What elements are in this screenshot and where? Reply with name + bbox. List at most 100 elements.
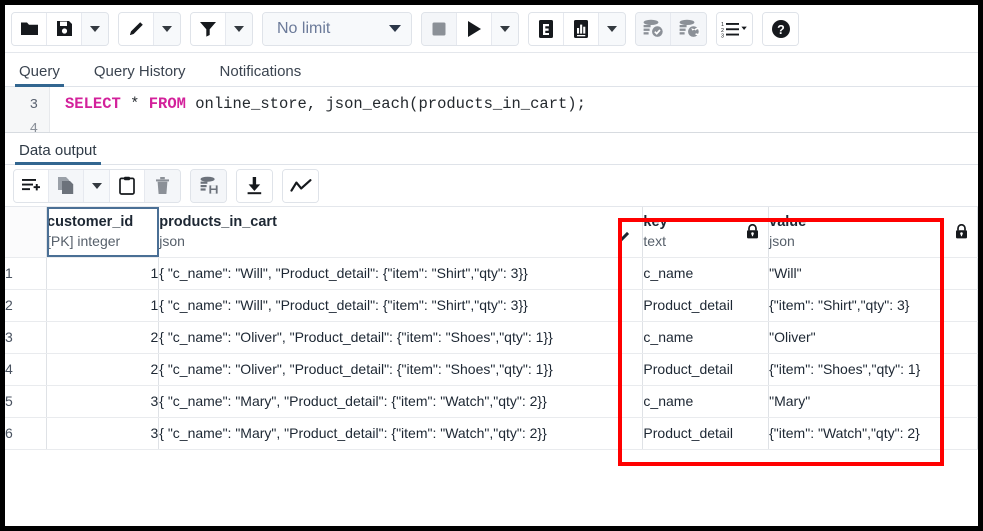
- cell-products-in-cart[interactable]: { "c_name": "Will", "Product_detail": {"…: [158, 289, 644, 322]
- explain-dropdown-button[interactable]: [599, 12, 625, 45]
- cell-key[interactable]: Product_detail: [642, 353, 770, 386]
- tab-notifications-label: Notifications: [219, 63, 302, 80]
- header-row: customer_id [PK] integer products_in_car…: [5, 207, 978, 258]
- cell-customer-id[interactable]: 2: [46, 321, 160, 354]
- column-header-customer-id[interactable]: customer_id [PK] integer: [46, 207, 160, 258]
- cell-customer-id[interactable]: 3: [46, 417, 160, 450]
- cell-value[interactable]: {"item": "Watch","qty": 2}: [768, 417, 978, 450]
- cell-value[interactable]: {"item": "Shoes","qty": 1}: [768, 353, 978, 386]
- svg-text:3: 3: [721, 33, 724, 38]
- paste-button[interactable]: [110, 169, 145, 202]
- column-type: [PK] integer: [47, 233, 121, 250]
- cell-key[interactable]: c_name: [642, 385, 770, 418]
- add-row-icon: [21, 177, 41, 194]
- save-file-button[interactable]: [47, 12, 82, 45]
- copy-icon: [57, 176, 75, 195]
- commit-button[interactable]: [636, 12, 671, 45]
- cell-value[interactable]: "Oliver": [768, 321, 978, 354]
- cell-customer-id[interactable]: 3: [46, 385, 160, 418]
- cell-key[interactable]: Product_detail: [642, 417, 770, 450]
- cell-key[interactable]: Product_detail: [642, 289, 770, 322]
- explain-button[interactable]: [529, 12, 564, 45]
- save-data-changes-button[interactable]: [191, 169, 226, 202]
- help-button[interactable]: ?: [763, 12, 798, 45]
- cell-customer-id[interactable]: 1: [46, 289, 160, 322]
- download-button[interactable]: [237, 169, 272, 202]
- copy-dropdown-button[interactable]: [84, 169, 110, 202]
- cell-key[interactable]: c_name: [642, 321, 770, 354]
- cell-customer-id[interactable]: 2: [46, 353, 160, 386]
- row-limit-select[interactable]: No limit: [263, 12, 411, 45]
- data-output-tabbar: Data output: [5, 133, 978, 165]
- explain-button-group: [528, 11, 626, 46]
- edit-button[interactable]: [119, 12, 154, 45]
- column-name: products_in_cart: [159, 213, 277, 230]
- graph-visualiser-button[interactable]: [283, 169, 318, 202]
- cell-products-in-cart[interactable]: { "c_name": "Oliver", "Product_detail": …: [158, 321, 644, 354]
- data-output-grid[interactable]: customer_id [PK] integer products_in_car…: [5, 207, 978, 512]
- cell-customer-id[interactable]: 1: [46, 257, 160, 290]
- row-limit-value: No limit: [277, 19, 331, 37]
- chevron-down-icon: [91, 182, 102, 189]
- table-row[interactable]: 5 3 { "c_name": "Mary", "Product_detail"…: [5, 385, 978, 418]
- download-icon: [246, 176, 263, 195]
- edit-dropdown-button[interactable]: [154, 12, 180, 45]
- chevron-down-icon: [162, 25, 172, 32]
- cell-products-in-cart[interactable]: { "c_name": "Mary", "Product_detail": {"…: [158, 385, 644, 418]
- folder-icon: [20, 20, 39, 37]
- filter-dropdown-button[interactable]: [226, 12, 252, 45]
- tab-notifications[interactable]: Notifications: [216, 64, 316, 86]
- sql-code-line[interactable]: SELECT * FROM online_store, json_each(pr…: [65, 95, 586, 113]
- table-row[interactable]: 4 2 { "c_name": "Oliver", "Product_detai…: [5, 353, 978, 386]
- numbered-list-icon: 1 2 3: [721, 20, 749, 38]
- trash-icon: [155, 176, 170, 195]
- cell-products-in-cart[interactable]: { "c_name": "Oliver", "Product_detail": …: [158, 353, 644, 386]
- column-header-key[interactable]: key text: [642, 207, 770, 258]
- execute-button-group: [421, 11, 519, 46]
- column-header-products-in-cart[interactable]: products_in_cart json: [158, 207, 644, 258]
- save-icon: [56, 20, 73, 37]
- filter-button[interactable]: [191, 12, 226, 45]
- data-output-toolbar: [5, 165, 978, 207]
- svg-text:?: ?: [777, 22, 785, 36]
- stop-query-button[interactable]: [422, 12, 457, 45]
- table-row[interactable]: 1 1 { "c_name": "Will", "Product_detail"…: [5, 257, 978, 290]
- clipboard-icon: [119, 176, 135, 195]
- add-row-button[interactable]: [14, 169, 49, 202]
- column-name: value: [769, 213, 807, 230]
- row-edit-group: [13, 168, 181, 203]
- explain-e-icon: [537, 19, 555, 39]
- cell-products-in-cart[interactable]: { "c_name": "Will", "Product_detail": {"…: [158, 257, 644, 290]
- lock-icon: [746, 224, 759, 239]
- save-dropdown-button[interactable]: [82, 12, 108, 45]
- pencil-icon[interactable]: [616, 229, 632, 245]
- graph-visualiser-group: [282, 168, 319, 203]
- play-icon: [466, 20, 482, 38]
- execute-query-button[interactable]: [457, 12, 492, 45]
- cell-key[interactable]: c_name: [642, 257, 770, 290]
- explain-analyze-button[interactable]: [564, 12, 599, 45]
- chevron-down-icon: [607, 25, 617, 32]
- delete-row-button[interactable]: [145, 169, 180, 202]
- tab-query-history[interactable]: Query History: [90, 64, 200, 86]
- pgadmin-query-tool-window: No limit 1 2 3 ? Query Query History Not…: [0, 0, 983, 531]
- line-number: 4: [29, 121, 38, 133]
- table-row[interactable]: 3 2 { "c_name": "Oliver", "Product_detai…: [5, 321, 978, 354]
- row-number: 3: [5, 321, 48, 354]
- table-row[interactable]: 2 1 { "c_name": "Will", "Product_detail"…: [5, 289, 978, 322]
- cell-value[interactable]: "Will": [768, 257, 978, 290]
- execute-dropdown-button[interactable]: [492, 12, 518, 45]
- column-header-value[interactable]: value json: [768, 207, 978, 258]
- rollback-button[interactable]: [671, 12, 706, 45]
- help-button-group: ?: [762, 11, 799, 46]
- table-row[interactable]: 6 3 { "c_name": "Mary", "Product_detail"…: [5, 417, 978, 450]
- cell-products-in-cart[interactable]: { "c_name": "Mary", "Product_detail": {"…: [158, 417, 644, 450]
- macros-button[interactable]: 1 2 3: [717, 12, 752, 45]
- sql-editor[interactable]: 3 4 SELECT * FROM online_store, json_eac…: [5, 87, 978, 133]
- copy-button[interactable]: [49, 169, 84, 202]
- cell-value[interactable]: {"item": "Shirt","qty": 3}: [768, 289, 978, 322]
- open-file-button[interactable]: [12, 12, 47, 45]
- tab-data-output[interactable]: Data output: [15, 143, 107, 165]
- tab-query[interactable]: Query: [15, 64, 74, 87]
- cell-value[interactable]: "Mary": [768, 385, 978, 418]
